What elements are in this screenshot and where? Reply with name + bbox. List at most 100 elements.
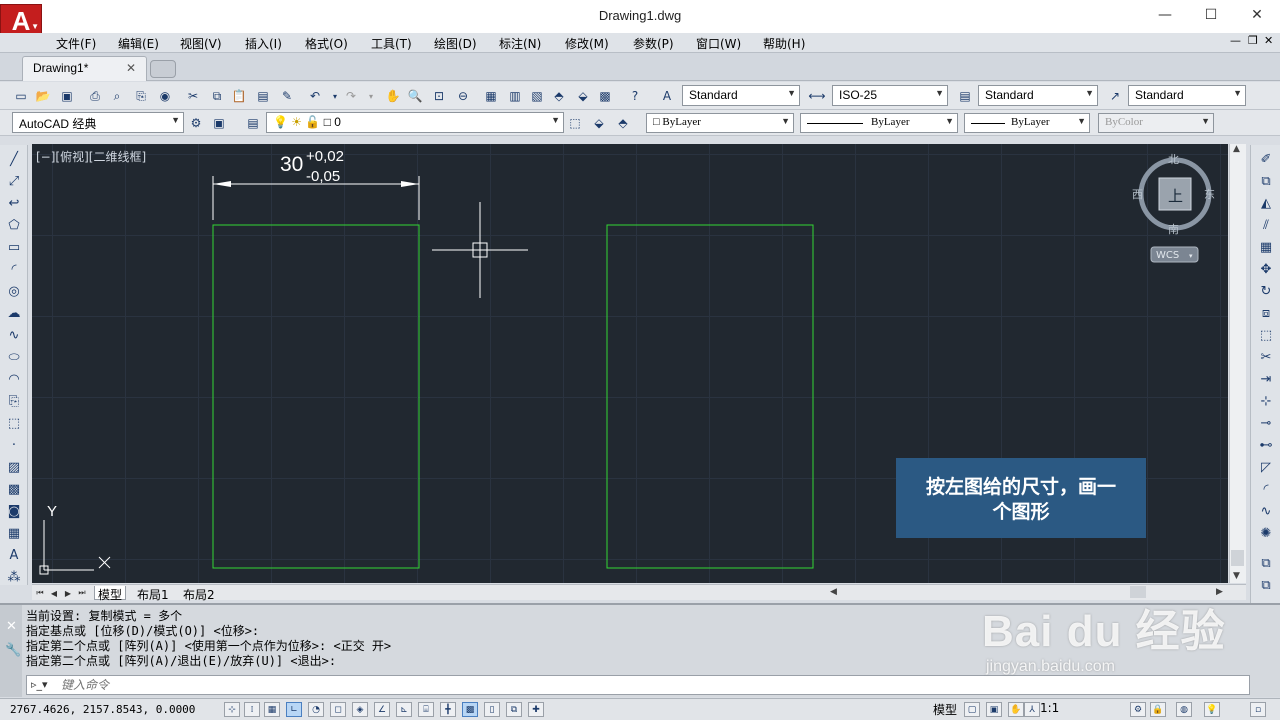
zoom-window-icon[interactable]: ⊡: [430, 87, 448, 105]
break-icon[interactable]: ⊸: [1256, 413, 1276, 433]
rotate-icon[interactable]: ↻: [1256, 281, 1276, 301]
menu-format[interactable]: 格式(O): [305, 35, 348, 52]
circle-icon[interactable]: ◎: [4, 281, 24, 301]
scroll-up-icon[interactable]: ▲: [1233, 144, 1240, 154]
command-prompt-icon[interactable]: ▹_▾: [31, 678, 48, 691]
blend-curves-icon[interactable]: ∿: [1256, 501, 1276, 521]
workspace-settings-icon[interactable]: ⚙: [187, 114, 205, 132]
prev-layout-icon[interactable]: ◀: [48, 587, 60, 599]
transparency-icon[interactable]: ▩: [462, 702, 478, 717]
mdi-minimize-icon[interactable]: —: [1230, 34, 1241, 47]
properties-icon[interactable]: ▦: [482, 87, 500, 105]
table-style-select[interactable]: Standard ▼: [978, 85, 1098, 106]
ellipse-arc-icon[interactable]: ◠: [4, 369, 24, 389]
menu-window[interactable]: 窗口(W): [696, 35, 741, 52]
dynamic-ucs-icon[interactable]: ⊾: [396, 702, 412, 717]
array-icon[interactable]: ▦: [1256, 237, 1276, 257]
tool-palettes-icon[interactable]: ▧: [528, 87, 546, 105]
scale-icon[interactable]: ⧈: [1256, 303, 1276, 323]
annotation-monitor-icon[interactable]: ✚: [528, 702, 544, 717]
match-properties-icon[interactable]: ▤: [254, 87, 272, 105]
coordinates-readout[interactable]: 2767.4626, 2157.8543, 0.0000: [10, 703, 195, 716]
ellipse-icon[interactable]: ⬭: [4, 347, 24, 367]
next-layout-icon[interactable]: ▶: [62, 587, 74, 599]
layer-states-icon[interactable]: ⬘: [614, 114, 632, 132]
text-style-select[interactable]: Standard ▼: [682, 85, 800, 106]
menu-edit[interactable]: 编辑(E): [118, 35, 159, 52]
minimize-button[interactable]: —: [1142, 0, 1188, 30]
scroll-left-icon[interactable]: ◀: [830, 587, 837, 597]
print-preview-icon[interactable]: ⌕: [108, 87, 126, 105]
lineweight-toggle-icon[interactable]: ╋: [440, 702, 456, 717]
stretch-icon[interactable]: ⬚: [1256, 325, 1276, 345]
construction-line-icon[interactable]: ⤢: [4, 171, 24, 191]
redo-icon[interactable]: ↷: [342, 87, 360, 105]
infer-constraints-icon[interactable]: ⊹: [224, 702, 240, 717]
print-icon[interactable]: ⎙: [86, 87, 104, 105]
linetype-select[interactable]: ByLayer ▼: [800, 113, 958, 133]
new-file-icon[interactable]: ▭: [12, 87, 30, 105]
point-icon[interactable]: ·: [4, 435, 24, 455]
layer-select[interactable]: 💡 ☀ 🔓 □ 0 ▼: [266, 112, 564, 133]
open-file-icon[interactable]: 📂: [34, 87, 52, 105]
paste-clip-icon[interactable]: ⧉: [1256, 575, 1276, 595]
object-snap-icon[interactable]: ◻: [330, 702, 346, 717]
viewcube[interactable]: 上 北 南 东 西 WCS ▾: [1122, 149, 1228, 274]
first-layout-icon[interactable]: ⏮: [34, 587, 46, 599]
gradient-icon[interactable]: ▩: [4, 479, 24, 499]
layer-properties-icon[interactable]: ▤: [244, 114, 262, 132]
mdi-close-icon[interactable]: ✕: [1264, 34, 1273, 47]
menu-modify[interactable]: 修改(M): [565, 35, 609, 52]
arc-icon[interactable]: ◜: [4, 259, 24, 279]
color-select[interactable]: □ ByLayer ▼: [646, 113, 794, 133]
scroll-down-icon[interactable]: ▼: [1233, 571, 1240, 581]
help-icon[interactable]: ?: [626, 87, 644, 105]
copy-clip-icon[interactable]: ⧉: [1256, 553, 1276, 573]
close-icon[interactable]: ✕: [6, 619, 17, 634]
sheet-set-icon[interactable]: ⬘: [550, 87, 568, 105]
multiline-text-icon[interactable]: A: [4, 545, 24, 565]
workspace-toggle-icon[interactable]: ▣: [210, 114, 228, 132]
tab-drawing1[interactable]: Drawing1* ✕: [22, 56, 147, 81]
markup-icon[interactable]: ⬙: [574, 87, 592, 105]
extend-icon[interactable]: ⇥: [1256, 369, 1276, 389]
menu-insert[interactable]: 插入(I): [245, 35, 282, 52]
maximize-button[interactable]: ☐: [1188, 0, 1234, 30]
make-block-icon[interactable]: ⬚: [4, 413, 24, 433]
tab-layout1[interactable]: 布局1: [134, 586, 172, 602]
object-snap-tracking-icon[interactable]: ∠: [374, 702, 390, 717]
model-space-toggle[interactable]: 模型: [933, 701, 957, 718]
vertical-scrollbar[interactable]: ▲ ▼: [1229, 144, 1246, 583]
trim-icon[interactable]: ✂: [1256, 347, 1276, 367]
dim-style-select[interactable]: ISO-25 ▼: [832, 85, 948, 106]
snap-mode-icon[interactable]: ⁞: [244, 702, 260, 717]
menu-view[interactable]: 视图(V): [180, 35, 222, 52]
line-icon[interactable]: ╱: [4, 149, 24, 169]
wrench-icon[interactable]: 🔧: [5, 643, 21, 658]
command-input[interactable]: [61, 677, 661, 693]
explode-icon[interactable]: ✺: [1256, 523, 1276, 543]
spline-icon[interactable]: ∿: [4, 325, 24, 345]
3d-object-snap-icon[interactable]: ◈: [352, 702, 368, 717]
publish-icon[interactable]: ⎘: [132, 87, 150, 105]
multileader-style-select[interactable]: Standard ▼: [1128, 85, 1246, 106]
pan-icon[interactable]: ✋: [384, 87, 402, 105]
quickcalc-icon[interactable]: ▩: [596, 87, 614, 105]
quick-properties-icon[interactable]: ▯: [484, 702, 500, 717]
3d-print-icon[interactable]: ◉: [156, 87, 174, 105]
vertical-scroll-thumb[interactable]: [1231, 550, 1244, 566]
tab-model[interactable]: 模型: [94, 586, 127, 602]
tab-close-icon[interactable]: ✕: [126, 61, 136, 75]
redo-dropdown-icon[interactable]: ▾: [362, 87, 380, 105]
copy-object-icon[interactable]: ⧉: [1256, 171, 1276, 191]
dynamic-input-icon[interactable]: ⌸: [418, 702, 434, 717]
offset-icon[interactable]: ⫽: [1256, 215, 1276, 235]
polygon-icon[interactable]: ⬠: [4, 215, 24, 235]
break-at-point-icon[interactable]: ⊹: [1256, 391, 1276, 411]
menu-help[interactable]: 帮助(H): [763, 35, 805, 52]
quick-view-layouts-icon[interactable]: ▢: [964, 702, 980, 717]
add-selected-icon[interactable]: ⁂: [4, 567, 24, 587]
menu-parametric[interactable]: 参数(P): [633, 35, 674, 52]
rectangle-icon[interactable]: ▭: [4, 237, 24, 257]
last-layout-icon[interactable]: ⏭: [76, 587, 88, 599]
